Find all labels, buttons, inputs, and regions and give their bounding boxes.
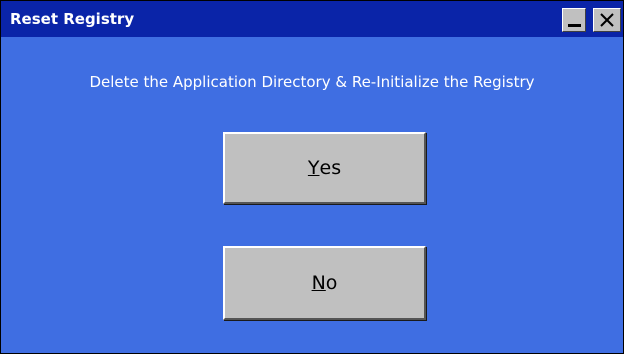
no-label-rest: o xyxy=(325,272,338,294)
close-button[interactable] xyxy=(593,8,621,32)
dialog-message: Delete the Application Directory & Re-In… xyxy=(89,73,535,91)
minimize-icon xyxy=(568,24,581,27)
yes-mnemonic: Y xyxy=(307,157,320,179)
reset-registry-window: Reset Registry Delete the Application Di… xyxy=(0,0,624,354)
yes-label-rest: es xyxy=(319,157,342,179)
close-icon xyxy=(600,13,614,27)
window-title: Reset Registry xyxy=(10,10,135,28)
no-button[interactable]: No xyxy=(223,246,426,320)
title-bar[interactable]: Reset Registry xyxy=(1,1,623,37)
no-mnemonic: N xyxy=(311,272,326,294)
yes-button[interactable]: Yes xyxy=(223,132,426,204)
minimize-button[interactable] xyxy=(562,8,586,32)
